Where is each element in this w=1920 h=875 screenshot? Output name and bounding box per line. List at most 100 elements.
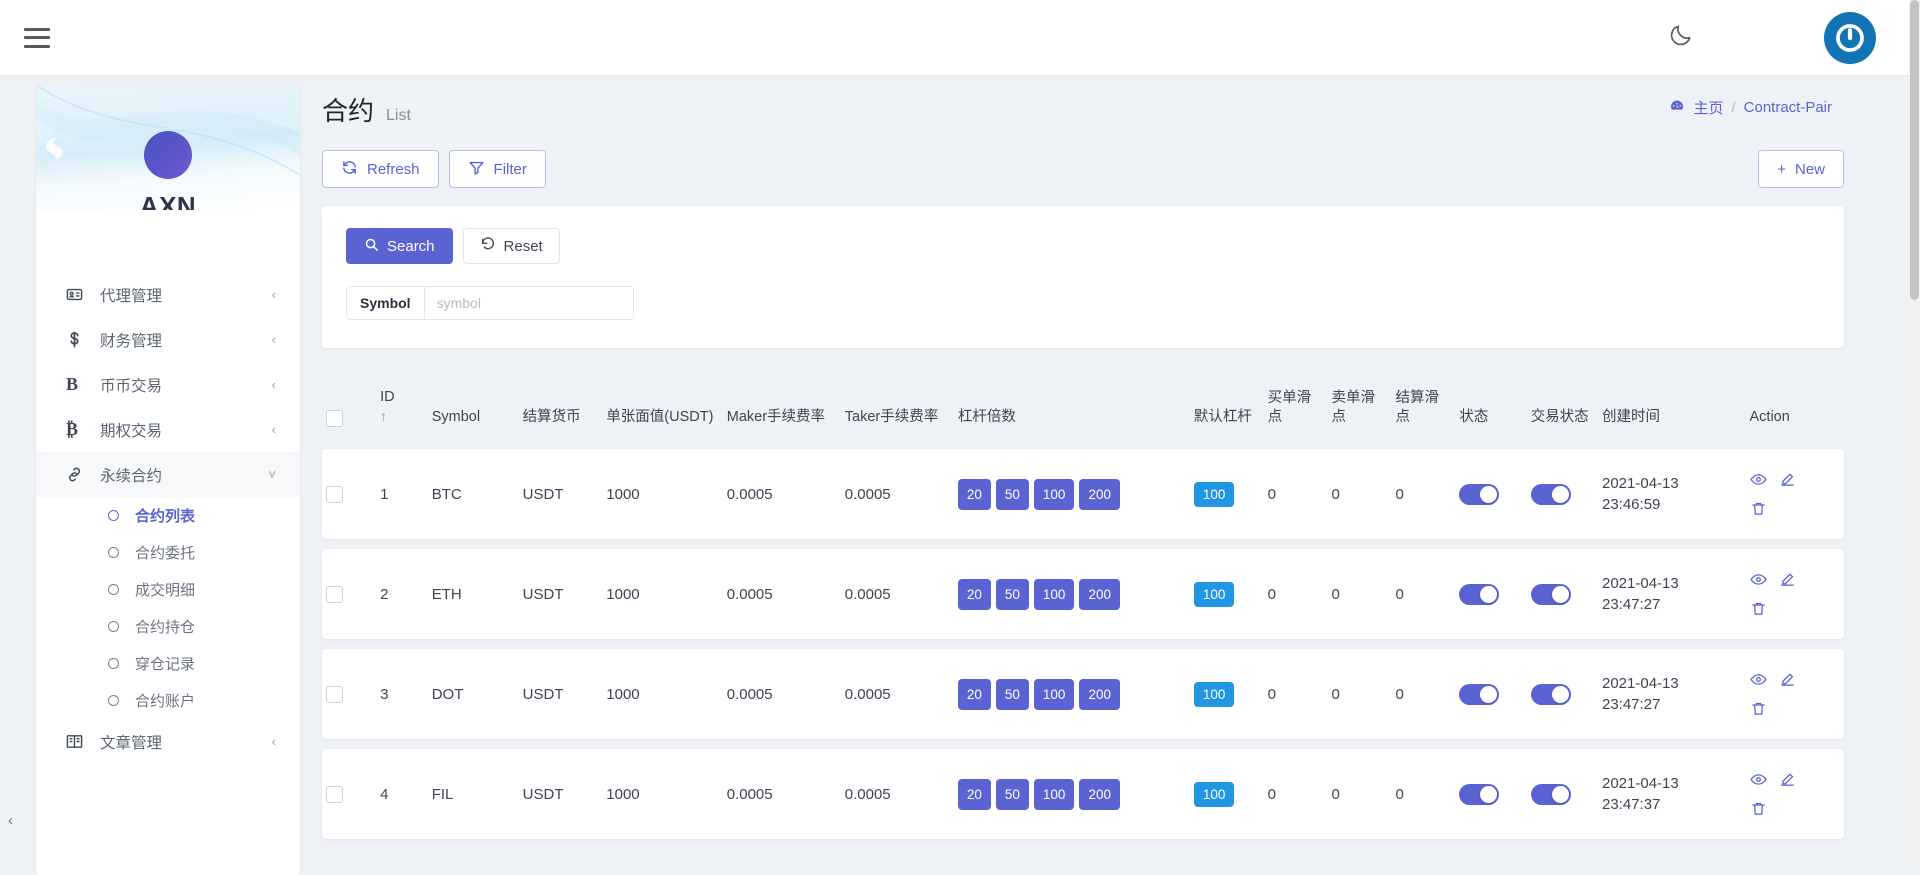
sidebar-item-trade-details[interactable]: 成交明细 — [36, 571, 300, 608]
sidebar-item-contract-list[interactable]: 合约列表 — [36, 497, 300, 534]
hamburger-icon[interactable] — [24, 28, 50, 48]
circle-icon — [108, 621, 119, 632]
sidebar-item-contract-accounts[interactable]: 合约账户 — [36, 682, 300, 719]
leverage-badge[interactable]: 100 — [1034, 679, 1075, 710]
avatar[interactable] — [1824, 12, 1876, 64]
cell-id: 2 — [376, 549, 428, 639]
filter-button[interactable]: Filter — [449, 150, 546, 188]
trade-status-toggle[interactable] — [1531, 684, 1571, 705]
symbol-input[interactable] — [425, 287, 633, 319]
row-checkbox[interactable] — [326, 686, 343, 703]
moon-icon[interactable] — [1668, 22, 1694, 53]
chevron-left-icon: ‹ — [272, 377, 276, 392]
refresh-button[interactable]: Refresh — [322, 150, 439, 188]
eye-icon[interactable] — [1750, 471, 1767, 488]
col-status: 状态 — [1455, 378, 1526, 439]
trash-icon[interactable] — [1750, 600, 1767, 617]
col-face-value: 单张面值(USDT) — [602, 378, 722, 439]
leverage-badge[interactable]: 200 — [1079, 579, 1120, 610]
row-checkbox[interactable] — [326, 486, 343, 503]
leverage-badge[interactable]: 50 — [996, 779, 1029, 810]
col-id[interactable]: ID ↑ — [376, 378, 428, 439]
default-leverage-badge[interactable]: 100 — [1194, 482, 1235, 507]
circle-icon — [108, 510, 119, 521]
status-toggle[interactable] — [1459, 684, 1499, 705]
breadcrumb-home[interactable]: 主页 — [1693, 97, 1723, 118]
page-subtitle: List — [386, 107, 411, 125]
sidebar-item-contract-orders[interactable]: 合约委托 — [36, 534, 300, 571]
trash-icon[interactable] — [1750, 800, 1767, 817]
leverage-badge[interactable]: 100 — [1034, 479, 1075, 510]
breadcrumb-current[interactable]: Contract-Pair — [1744, 99, 1832, 116]
leverage-badge[interactable]: 20 — [958, 479, 991, 510]
sidebar-item-perpetual-contract[interactable]: 永续合约 ˅ — [36, 452, 300, 497]
row-checkbox[interactable] — [326, 586, 343, 603]
trash-icon[interactable] — [1750, 700, 1767, 717]
eye-icon[interactable] — [1750, 671, 1767, 688]
trade-status-toggle[interactable] — [1531, 484, 1571, 505]
leverage-badge[interactable]: 50 — [996, 579, 1029, 610]
id-card-icon — [66, 286, 92, 303]
breadcrumb-separator: / — [1731, 99, 1735, 116]
trade-status-toggle[interactable] — [1531, 584, 1571, 605]
sidebar-subitem-label: 合约委托 — [135, 542, 195, 563]
cell-taker-fee: 0.0005 — [841, 549, 954, 639]
status-toggle[interactable] — [1459, 784, 1499, 805]
pencil-icon[interactable] — [1779, 771, 1796, 788]
sidebar-item-agent[interactable]: 代理管理 ‹ — [36, 272, 300, 317]
cell-symbol: BTC — [428, 449, 519, 539]
dashboard-icon — [1669, 98, 1685, 118]
leverage-badge[interactable]: 20 — [958, 679, 991, 710]
eye-icon[interactable] — [1750, 771, 1767, 788]
sidebar-item-spot-trading[interactable]: B 币币交易 ‹ — [36, 362, 300, 407]
row-checkbox[interactable] — [326, 786, 343, 803]
cell-trade-status — [1527, 749, 1598, 839]
sidebar-item-article-management[interactable]: 文章管理 ‹ — [36, 719, 300, 764]
scrollbar-thumb[interactable] — [1910, 0, 1919, 300]
page-title: 合约 — [322, 91, 374, 128]
default-leverage-badge[interactable]: 100 — [1194, 582, 1235, 607]
page-scrollbar[interactable] — [1909, 0, 1920, 870]
sidebar-item-liquidation-records[interactable]: 穿仓记录 — [36, 645, 300, 682]
col-trade-status: 交易状态 — [1527, 378, 1598, 439]
sidebar-item-positions[interactable]: 合约持仓 — [36, 608, 300, 645]
leverage-badge[interactable]: 50 — [996, 679, 1029, 710]
reset-button[interactable]: Reset — [463, 228, 560, 264]
trade-status-toggle[interactable] — [1531, 784, 1571, 805]
status-toggle[interactable] — [1459, 584, 1499, 605]
sidebar-collapse-toggle[interactable]: ‹ — [8, 812, 13, 829]
leverage-badge[interactable]: 100 — [1034, 779, 1075, 810]
default-leverage-badge[interactable]: 100 — [1194, 682, 1235, 707]
pencil-icon[interactable] — [1779, 571, 1796, 588]
pencil-icon[interactable] — [1779, 671, 1796, 688]
eye-icon[interactable] — [1750, 571, 1767, 588]
leverage-badge[interactable]: 200 — [1079, 679, 1120, 710]
default-leverage-badge[interactable]: 100 — [1194, 782, 1235, 807]
cell-trade-status — [1527, 549, 1598, 639]
leverage-badge[interactable]: 20 — [958, 779, 991, 810]
sidebar-item-options-trading[interactable]: ₿ 期权交易 ‹ — [36, 407, 300, 452]
pencil-icon[interactable] — [1779, 471, 1796, 488]
search-button[interactable]: Search — [346, 228, 453, 264]
main-content: 合约 List 主页 / Contract-Pair Refresh — [322, 85, 1892, 849]
leverage-badge[interactable]: 50 — [996, 479, 1029, 510]
circle-icon — [108, 547, 119, 558]
cell-leverages: 2050100200 — [954, 449, 1190, 539]
cell-status — [1455, 549, 1526, 639]
cell-settle-slippage: 0 — [1391, 649, 1455, 739]
brand-logo-icon — [144, 131, 192, 179]
leverage-badge[interactable]: 200 — [1079, 479, 1120, 510]
sidebar-subitem-label: 穿仓记录 — [135, 653, 195, 674]
leverage-badge[interactable]: 20 — [958, 579, 991, 610]
cell-default-leverage: 100 — [1190, 449, 1264, 539]
cell-created-time: 2021-04-13 23:47:27 — [1598, 549, 1746, 639]
leverage-badge[interactable]: 200 — [1079, 779, 1120, 810]
new-button[interactable]: + New — [1758, 150, 1844, 188]
status-toggle[interactable] — [1459, 484, 1499, 505]
cell-id: 3 — [376, 649, 428, 739]
sidebar-item-finance[interactable]: 财务管理 ‹ — [36, 317, 300, 362]
leverage-badge[interactable]: 100 — [1034, 579, 1075, 610]
select-all-checkbox[interactable] — [326, 410, 343, 427]
refresh-label: Refresh — [367, 161, 420, 178]
trash-icon[interactable] — [1750, 500, 1767, 517]
